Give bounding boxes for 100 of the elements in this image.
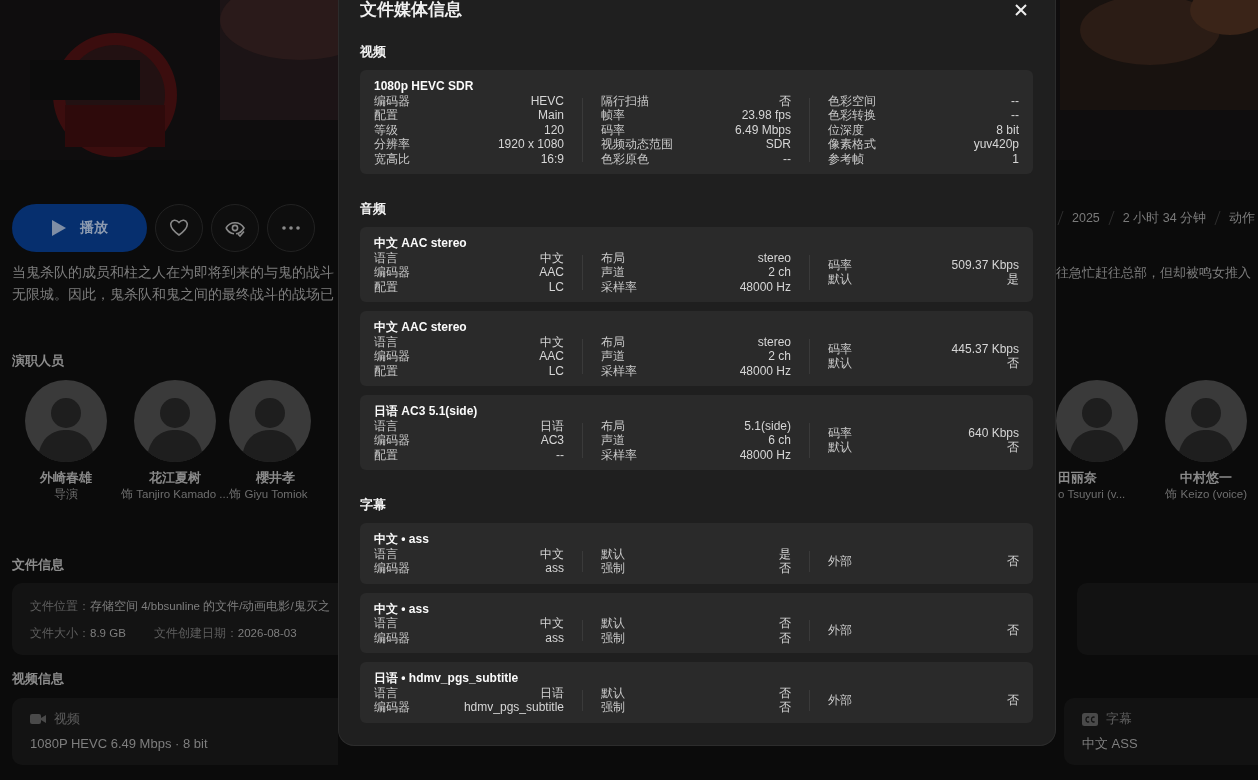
property-value: stereo bbox=[757, 250, 791, 265]
track-title: 中文 AAC stereo bbox=[374, 236, 468, 251]
property-label: 码率 bbox=[828, 425, 852, 441]
meta-text: 2025 bbox=[1072, 211, 1100, 225]
property-label: 采样率 bbox=[601, 447, 637, 462]
property-label: 默认 bbox=[828, 440, 852, 455]
favorite-button[interactable] bbox=[155, 204, 203, 252]
property-value: 2 ch bbox=[768, 349, 791, 364]
property-label: 语言 bbox=[374, 418, 398, 433]
property-label: 强制 bbox=[601, 700, 625, 715]
property-label: 参考帧 bbox=[828, 151, 864, 166]
property-label: 编码器 bbox=[374, 700, 410, 715]
cast-role: 饰 Keizo (voice) bbox=[1165, 487, 1248, 501]
property-label: 配置 bbox=[374, 108, 398, 123]
property-value: 23.98 fps bbox=[741, 108, 791, 123]
property-label: 声道 bbox=[601, 433, 625, 448]
property-value: 否 bbox=[779, 685, 791, 700]
property-label: 分辨率 bbox=[374, 137, 410, 152]
field-label: 文件位置： bbox=[30, 599, 90, 614]
section-heading: 文件信息 bbox=[11, 556, 64, 574]
property-value: hdmv_pgs_subtitle bbox=[463, 700, 564, 715]
property-value: 509.37 Kbps bbox=[951, 257, 1019, 273]
section-heading: 字幕 bbox=[360, 496, 387, 514]
cast-name: 中村悠一 bbox=[1180, 469, 1233, 487]
property-label: 语言 bbox=[374, 616, 398, 631]
field-value: 存储空间 4/bbsunline 的文件/动画电影/鬼灭之 bbox=[90, 599, 330, 614]
property-label: 像素格式 bbox=[828, 137, 876, 152]
property-label: 外部 bbox=[828, 623, 852, 638]
property-label: 码率 bbox=[601, 122, 625, 137]
property-value: 48000 Hz bbox=[739, 363, 791, 378]
property-value: 640 Kbps bbox=[968, 425, 1019, 441]
property-value: 8 bit bbox=[996, 122, 1019, 137]
property-value: -- bbox=[1011, 108, 1019, 123]
property-value: LC bbox=[548, 279, 564, 294]
property-label: 默认 bbox=[601, 616, 625, 631]
property-label: 强制 bbox=[601, 561, 625, 576]
cast-role: o Tsuyuri (v... bbox=[1058, 487, 1126, 501]
cast-name: 田丽奈 bbox=[1058, 469, 1097, 487]
track-title: 中文 AAC stereo bbox=[374, 320, 468, 335]
close-icon bbox=[1014, 3, 1028, 17]
cast-name: 櫻井孝 bbox=[256, 469, 296, 487]
property-label: 码率 bbox=[828, 257, 852, 273]
property-label: 色彩空间 bbox=[828, 93, 876, 108]
property-value: 中文 bbox=[540, 334, 564, 349]
watched-button[interactable] bbox=[211, 204, 259, 252]
meta-text: 动作 bbox=[1229, 209, 1256, 227]
property-label: 布局 bbox=[601, 418, 625, 433]
property-label: 宽高比 bbox=[374, 151, 410, 166]
property-value: SDR bbox=[765, 137, 791, 152]
property-value: 445.37 Kbps bbox=[951, 341, 1019, 357]
cast-name: 花江夏树 bbox=[149, 469, 201, 487]
track-title: 1080p HEVC SDR bbox=[374, 79, 475, 94]
property-label: 编码器 bbox=[374, 630, 410, 645]
property-label: 默认 bbox=[828, 272, 852, 287]
property-value: 否 bbox=[1007, 623, 1019, 638]
property-value: 否 bbox=[1007, 440, 1019, 455]
close-button[interactable] bbox=[1014, 3, 1028, 17]
cast-role: 饰 Giyu Tomiok bbox=[229, 487, 308, 501]
property-label: 强制 bbox=[601, 630, 625, 645]
section-heading: 演职人员 bbox=[12, 352, 64, 370]
property-value: LC bbox=[548, 363, 564, 378]
field-value: 8.9 GB bbox=[90, 626, 126, 641]
property-value: stereo bbox=[757, 334, 791, 349]
property-label: 编码器 bbox=[374, 433, 410, 448]
property-label: 编码器 bbox=[374, 561, 410, 576]
property-value: 中文 bbox=[540, 250, 564, 265]
meta-text: 2 小时 34 分钟 bbox=[1122, 209, 1207, 227]
property-label: 色彩转换 bbox=[828, 108, 876, 123]
property-label: 码率 bbox=[828, 341, 852, 357]
property-label: 语言 bbox=[374, 334, 398, 349]
field-label: 文件大小： bbox=[30, 626, 90, 641]
heart-icon bbox=[169, 218, 189, 238]
property-label: 外部 bbox=[828, 692, 852, 708]
property-label: 语言 bbox=[374, 546, 398, 561]
property-value: 是 bbox=[1007, 272, 1019, 287]
section-heading: 音频 bbox=[360, 200, 387, 218]
property-value: 否 bbox=[1007, 356, 1019, 371]
property-value: AC3 bbox=[540, 433, 564, 448]
track-title: 日语 AC3 5.1(side) bbox=[374, 404, 479, 419]
property-value: 5.1(side) bbox=[744, 418, 791, 433]
property-label: 外部 bbox=[828, 553, 852, 569]
cast-role: 导演 bbox=[54, 487, 79, 501]
property-value: yuv420p bbox=[973, 137, 1019, 152]
closed-caption-icon bbox=[1082, 712, 1098, 726]
property-value: -- bbox=[1011, 93, 1019, 108]
card-value: 1080P HEVC 6.49 Mbps · 8 bit bbox=[30, 735, 209, 753]
property-value: 否 bbox=[779, 93, 791, 108]
property-label: 布局 bbox=[601, 334, 625, 349]
property-label: 位深度 bbox=[828, 122, 864, 137]
property-value: HEVC bbox=[530, 93, 564, 108]
property-value: Main bbox=[538, 108, 564, 123]
card-value: 中文 ASS bbox=[1082, 735, 1139, 753]
property-value: AAC bbox=[539, 265, 564, 280]
property-value: 日语 bbox=[540, 685, 564, 700]
property-value: 中文 bbox=[540, 546, 564, 561]
property-label: 帧率 bbox=[601, 108, 625, 123]
property-value: 1 bbox=[1012, 151, 1019, 166]
description-text: 往急忙赶往总部，但却被鸣女推入 bbox=[1056, 264, 1252, 282]
field-value: 2026-08-03 bbox=[237, 626, 297, 641]
play-button[interactable]: 播放 bbox=[12, 204, 147, 252]
